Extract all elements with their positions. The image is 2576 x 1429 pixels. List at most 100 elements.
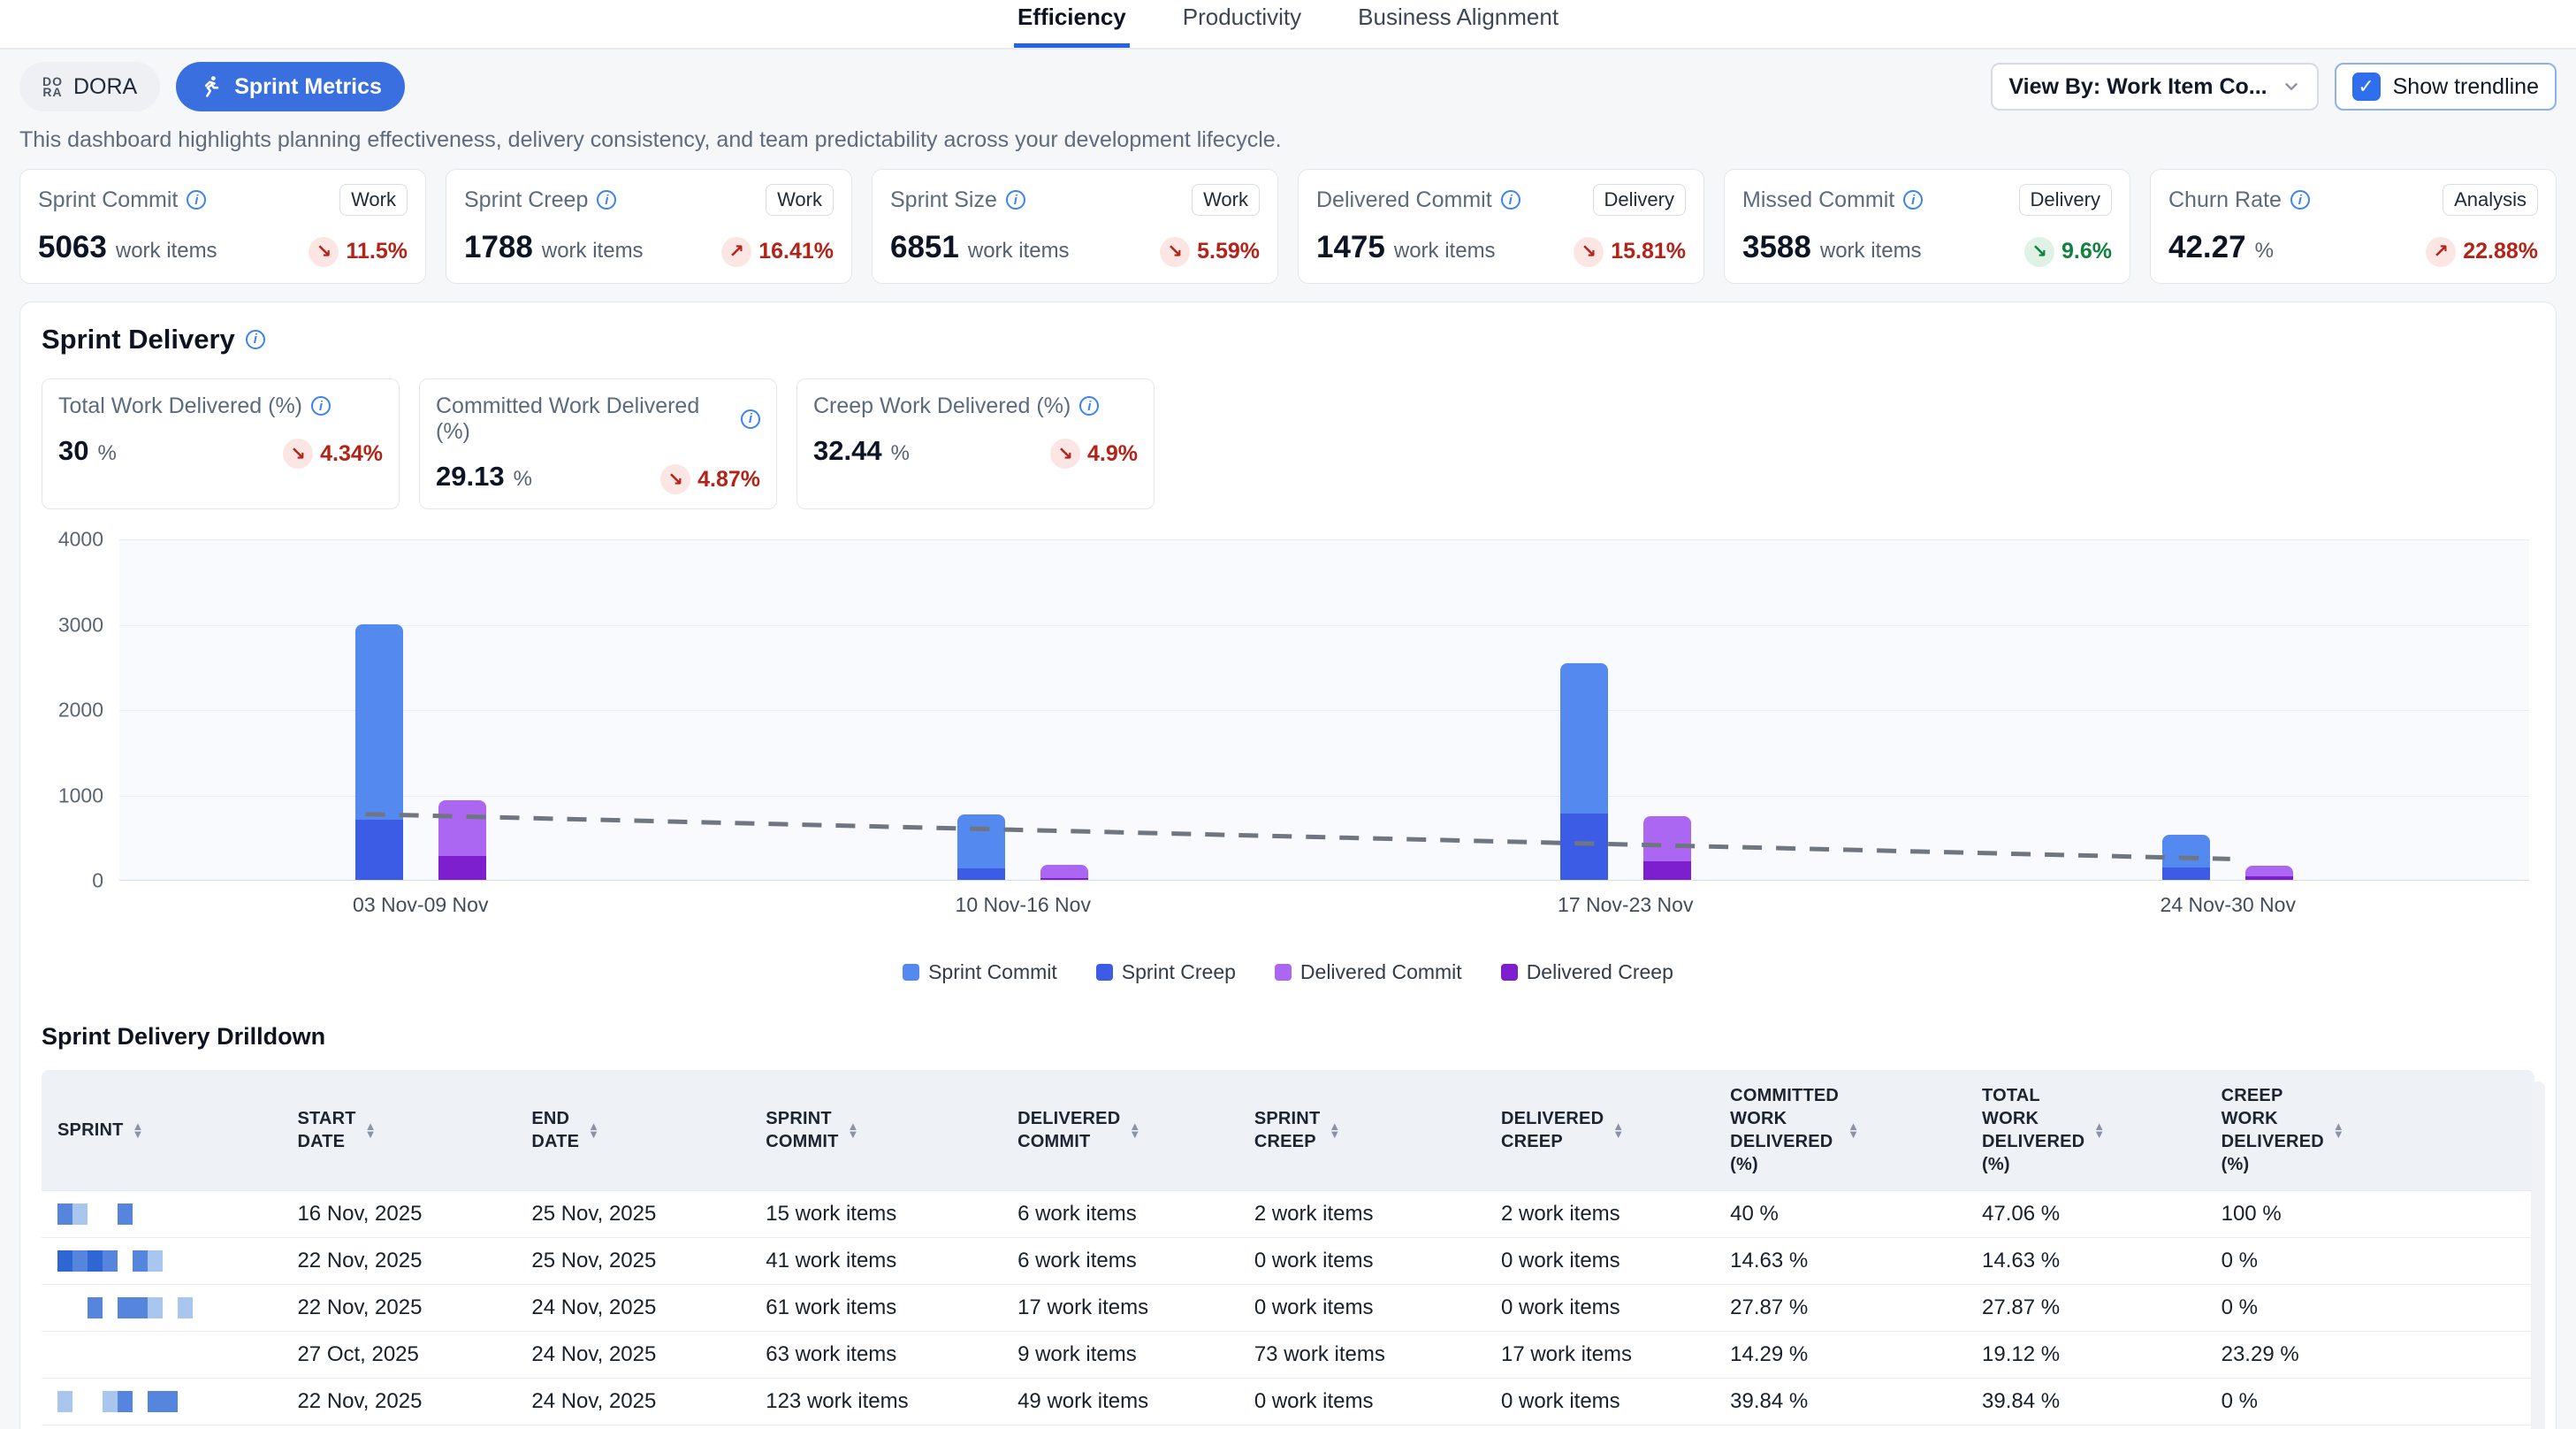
bar-delivered-commit-3[interactable] [2245, 866, 2293, 877]
table-row: 27 Oct, 202524 Nov, 202563 work items9 w… [42, 1332, 2534, 1379]
kpi-card-value: 1475 [1316, 230, 1385, 265]
redacted-sprint-name [57, 1297, 283, 1318]
sort-button[interactable]: ▲▼ [133, 1122, 144, 1138]
chevron-down-icon [2282, 77, 2301, 96]
table-cell: 40 % [1716, 1191, 1968, 1238]
kpi-card-value: 3588 [1742, 230, 1811, 265]
table-cell: 17 work items [1487, 1332, 1716, 1379]
gridline [119, 796, 2529, 797]
info-icon[interactable]: i [1903, 190, 1923, 210]
table-cell: 14.63 % [1716, 1238, 1968, 1285]
redacted-block [72, 1297, 88, 1318]
tab-business-alignment[interactable]: Business Alignment [1354, 0, 1562, 48]
table-scrollbar[interactable] [2531, 1081, 2545, 1429]
bar-sprint-creep-0[interactable] [355, 820, 403, 880]
subcard-value: 30 [58, 435, 88, 467]
bar-sprint-commit-0[interactable] [355, 624, 403, 821]
x-axis-label: 24 Nov-30 Nov [2161, 893, 2296, 917]
table-cell: 41 work items [751, 1238, 1003, 1285]
table-cell: 15 work items [751, 1191, 1003, 1238]
table-cell: 14.63 % [1968, 1238, 2207, 1285]
table-cell: 35 work items [1003, 1425, 1240, 1429]
info-icon[interactable]: i [2290, 190, 2310, 210]
info-icon[interactable]: i [311, 396, 331, 416]
table-cell: 25 Nov, 2025 [517, 1191, 751, 1238]
column-header-committed-work: COMMITTED WORK DELIVERED (%) ▲▼ [1716, 1070, 1968, 1191]
kpi-card-churn-rate: Churn Rate i Analysis 42.27 % ↗22.88% [2150, 169, 2557, 284]
redacted-block [118, 1250, 133, 1272]
bar-delivered-creep-3[interactable] [2245, 876, 2293, 880]
info-icon[interactable]: i [1006, 190, 1025, 210]
redacted-block [57, 1391, 72, 1412]
subcard-value: 32.44 [813, 435, 882, 467]
bar-delivered-commit-2[interactable] [1643, 816, 1691, 861]
column-header-label: COMMITTED WORK DELIVERED (%) [1730, 1084, 1839, 1176]
kpi-card-unit: work items [1394, 239, 1496, 264]
sprint-metrics-button[interactable]: Sprint Metrics [176, 62, 405, 111]
column-header-label: DELIVERED COMMIT [1017, 1107, 1120, 1153]
bar-sprint-commit-3[interactable] [2162, 835, 2210, 867]
legend-item-delivered-commit[interactable]: Delivered Commit [1275, 960, 1462, 984]
redacted-sprint-name [57, 1344, 283, 1365]
checkbox-checked-icon[interactable]: ✓ [2352, 73, 2381, 101]
sort-button[interactable]: ▲▼ [2093, 1122, 2105, 1138]
y-axis-label: 3000 [58, 613, 103, 637]
bar-sprint-creep-1[interactable] [957, 868, 1005, 880]
subcard-unit: % [891, 441, 910, 466]
bar-sprint-commit-1[interactable] [957, 814, 1005, 869]
bar-sprint-creep-2[interactable] [1560, 814, 1608, 880]
info-icon[interactable]: i [1501, 190, 1520, 210]
sort-button[interactable]: ▲▼ [848, 1122, 859, 1138]
sort-button[interactable]: ▲▼ [1848, 1122, 1859, 1138]
sort-button[interactable]: ▲▼ [365, 1122, 377, 1138]
info-icon[interactable]: i [741, 409, 760, 429]
table-cell: 100 % [2207, 1191, 2534, 1238]
bar-sprint-creep-3[interactable] [2162, 867, 2210, 880]
trend-down-icon: ↘ [309, 237, 339, 267]
bar-delivered-commit-0[interactable] [438, 800, 486, 856]
sprint-delivery-subcards: Total Work Delivered (%) i 30 % ↘4.34% C… [42, 378, 2534, 510]
table-cell: 49.3 % [1716, 1425, 1968, 1429]
redacted-block [163, 1297, 178, 1318]
redacted-block [88, 1204, 103, 1225]
runner-icon [199, 74, 224, 99]
x-axis-label: 10 Nov-16 Nov [956, 893, 1091, 917]
trend-down-icon: ↘ [2024, 237, 2054, 267]
view-by-dropdown[interactable]: View By: Work Item Co... [1991, 63, 2318, 111]
legend-item-sprint-creep[interactable]: Sprint Creep [1096, 960, 1236, 984]
category-badge: Work [339, 184, 408, 216]
bar-delivered-commit-1[interactable] [1040, 865, 1088, 877]
column-header-delivered: DELIVERED COMMIT ▲▼ [1003, 1070, 1240, 1191]
table-cell: 0 % [2207, 1285, 2534, 1332]
table-cell: 46.5 % [1968, 1425, 2207, 1429]
bar-delivered-creep-2[interactable] [1643, 861, 1691, 880]
sort-button[interactable]: ▲▼ [1129, 1122, 1140, 1138]
kpi-card-sprint-size: Sprint Size i Work 6851 work items ↘5.59… [872, 169, 1278, 284]
kpi-card-missed-commit: Missed Commit i Delivery 3588 work items… [1724, 169, 2130, 284]
legend-item-delivered-creep[interactable]: Delivered Creep [1501, 960, 1673, 984]
tab-productivity[interactable]: Productivity [1179, 0, 1305, 48]
sort-button[interactable]: ▲▼ [1329, 1122, 1340, 1138]
info-icon[interactable]: i [1079, 396, 1099, 416]
bar-delivered-creep-1[interactable] [1040, 878, 1088, 880]
tab-efficiency[interactable]: Efficiency [1014, 0, 1130, 48]
bar-delivered-creep-0[interactable] [438, 856, 486, 880]
show-trendline-toggle[interactable]: ✓ Show trendline [2335, 63, 2557, 111]
table-cell: 6 work items [1003, 1238, 1240, 1285]
table-cell: 27.87 % [1968, 1285, 2207, 1332]
sort-button[interactable]: ▲▼ [1612, 1122, 1624, 1138]
toolbar: DORA DORA Sprint Metrics View By: Work I… [0, 50, 2576, 117]
table-cell: 49 work items [1003, 1379, 1240, 1425]
trend-indicator: ↘4.34% [283, 439, 383, 469]
info-icon[interactable]: i [246, 330, 265, 349]
view-by-label: View By: Work Item Co... [2008, 74, 2267, 100]
dora-button[interactable]: DORA DORA [19, 62, 160, 111]
legend-item-sprint-commit[interactable]: Sprint Commit [903, 960, 1057, 984]
y-axis-label: 1000 [58, 783, 103, 807]
sort-button[interactable]: ▲▼ [2333, 1122, 2344, 1138]
bar-sprint-commit-2[interactable] [1560, 663, 1608, 814]
info-icon[interactable]: i [597, 190, 616, 210]
info-icon[interactable]: i [187, 190, 206, 210]
sort-button[interactable]: ▲▼ [588, 1122, 599, 1138]
redacted-block [103, 1391, 118, 1412]
